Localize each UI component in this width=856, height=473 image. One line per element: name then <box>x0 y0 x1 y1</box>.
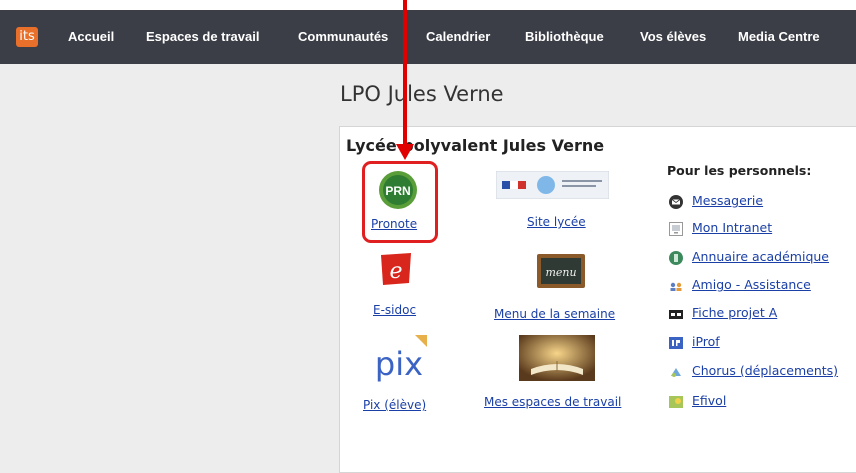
iprof-icon <box>669 337 683 349</box>
nav-communautes[interactable]: Communautés <box>298 29 388 44</box>
its-logo[interactable]: its <box>16 27 38 47</box>
annotation-arrow-head-icon <box>396 144 414 160</box>
esidoc-link[interactable]: E-sidoc <box>373 303 416 317</box>
menu-icon-text: menu <box>545 266 576 279</box>
people-icon <box>670 282 682 291</box>
highlight-box <box>362 161 438 243</box>
top-navbar: its Accueil Espaces de travail Communaut… <box>0 10 856 64</box>
menu-semaine-link[interactable]: Menu de la semaine <box>494 307 615 321</box>
pix-logo-icon[interactable]: pix <box>371 335 427 383</box>
directory-icon <box>669 251 683 265</box>
staff-link-label: Amigo - Assistance <box>692 277 811 292</box>
page-title: LPO Jules Verne <box>340 82 504 106</box>
panel-title: Lycée polyvalent Jules Verne <box>346 136 605 155</box>
nav-vos-eleves[interactable]: Vos élèves <box>640 29 706 44</box>
nav-accueil[interactable]: Accueil <box>68 29 114 44</box>
chorus-icon <box>671 368 681 377</box>
pix-link[interactable]: Pix (élève) <box>363 398 426 412</box>
staff-link-label: Chorus (déplacements) <box>692 363 839 378</box>
book-image-icon[interactable] <box>519 335 595 381</box>
mes-espaces-link[interactable]: Mes espaces de travail <box>484 395 621 409</box>
top-strip <box>0 0 856 10</box>
ap-icon <box>669 310 683 319</box>
staff-link-label: Mon Intranet <box>692 220 773 235</box>
menu-chalkboard-icon[interactable]: menu <box>537 254 585 288</box>
staff-link-label: iProf <box>692 334 720 349</box>
staff-heading: Pour les personnels: <box>667 163 812 178</box>
nav-espaces-de-travail[interactable]: Espaces de travail <box>146 29 259 44</box>
staff-link-label: Fiche projet A <box>692 305 778 320</box>
pix-icon-text: pix <box>375 345 423 383</box>
nav-bibliotheque[interactable]: Bibliothèque <box>525 29 604 44</box>
intranet-icon <box>669 222 683 236</box>
staff-link-label: Annuaire académique <box>692 249 829 264</box>
annotation-arrow-shaft <box>403 0 407 148</box>
site-lycee-banner-icon[interactable] <box>495 170 610 200</box>
site-lycee-link[interactable]: Site lycée <box>527 215 586 229</box>
svg-text:e: e <box>389 259 402 284</box>
envelope-icon <box>669 195 683 209</box>
nav-calendrier[interactable]: Calendrier <box>426 29 490 44</box>
efivol-icon <box>669 396 683 408</box>
staff-link-label: Messagerie <box>692 193 764 208</box>
nav-media-centre[interactable]: Media Centre <box>738 29 820 44</box>
esidoc-icon[interactable]: e <box>377 251 415 287</box>
staff-link-label: Efivol <box>692 393 727 408</box>
